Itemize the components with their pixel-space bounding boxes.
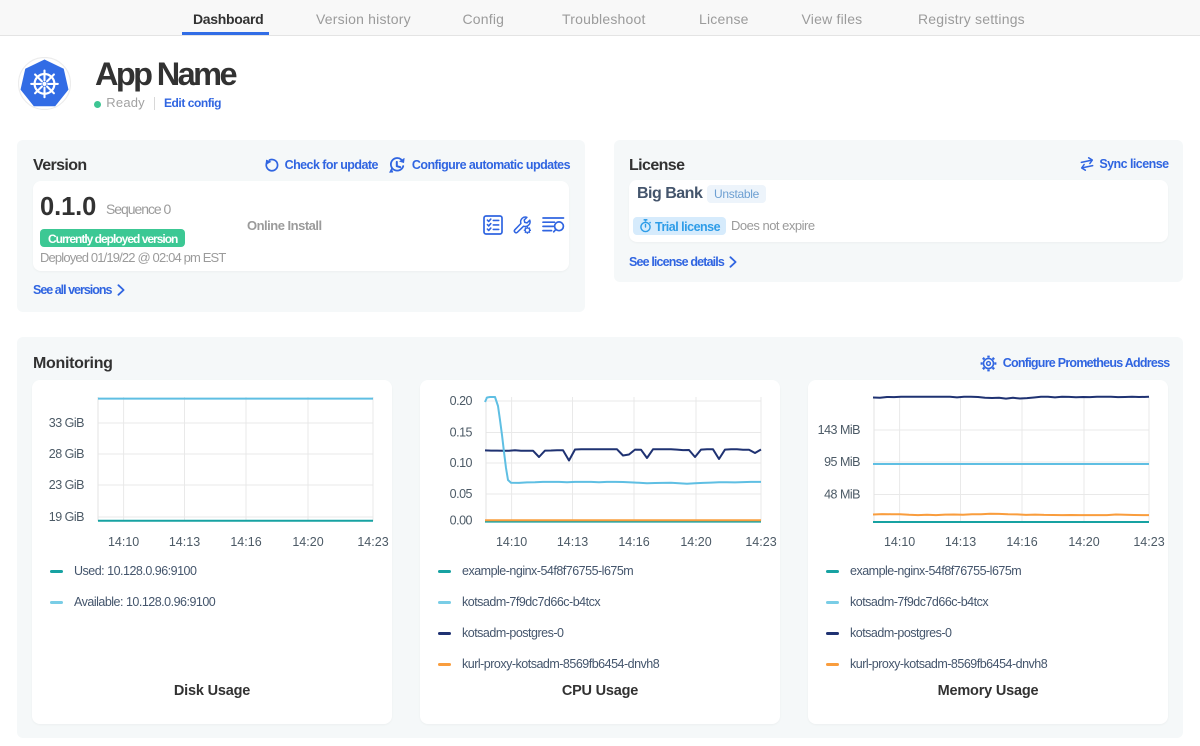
svg-text:143 MiB: 143 MiB <box>818 423 861 437</box>
svg-text:14:16: 14:16 <box>230 535 261 549</box>
svg-text:19 GiB: 19 GiB <box>49 510 84 524</box>
svg-text:33 GiB: 33 GiB <box>49 416 84 430</box>
svg-text:14:23: 14:23 <box>357 535 388 549</box>
svg-text:0.20: 0.20 <box>450 394 473 408</box>
svg-text:0.15: 0.15 <box>450 426 473 440</box>
svg-text:14:13: 14:13 <box>945 535 976 549</box>
svg-text:14:16: 14:16 <box>618 535 649 549</box>
svg-text:0.00: 0.00 <box>450 514 473 528</box>
svg-text:28 GiB: 28 GiB <box>49 447 84 461</box>
svg-text:14:20: 14:20 <box>680 535 711 549</box>
svg-text:14:10: 14:10 <box>884 535 915 549</box>
svg-text:14:10: 14:10 <box>108 535 139 549</box>
svg-text:14:10: 14:10 <box>496 535 527 549</box>
svg-text:14:16: 14:16 <box>1006 535 1037 549</box>
svg-text:0.05: 0.05 <box>450 487 473 501</box>
svg-text:14:20: 14:20 <box>292 535 323 549</box>
svg-text:14:13: 14:13 <box>557 535 588 549</box>
svg-text:0.10: 0.10 <box>450 456 473 470</box>
svg-text:48 MiB: 48 MiB <box>824 488 860 502</box>
svg-text:14:23: 14:23 <box>1133 535 1164 549</box>
svg-text:14:23: 14:23 <box>745 535 776 549</box>
svg-text:23 GiB: 23 GiB <box>49 478 84 492</box>
svg-text:95 MiB: 95 MiB <box>824 455 860 469</box>
svg-text:14:20: 14:20 <box>1068 535 1099 549</box>
svg-text:14:13: 14:13 <box>169 535 200 549</box>
